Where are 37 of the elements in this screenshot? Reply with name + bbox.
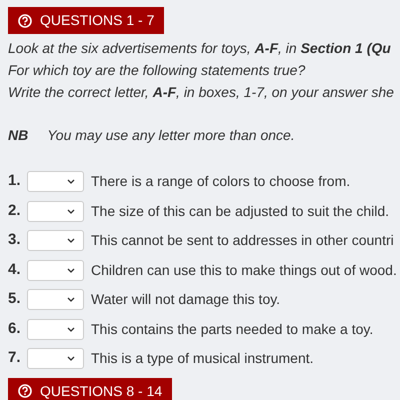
question-text: Children can use this to make things out of wood. [91,260,397,280]
answer-dropdown[interactable] [27,171,84,192]
question-number: 4. [8,260,22,280]
chevron-down-icon [67,208,75,214]
answer-dropdown[interactable] [27,318,84,340]
note-text: You may use any letter more than once. [47,126,295,145]
section-title: QUESTIONS 1 - 7 [40,11,154,30]
note-label: NB [8,126,28,144]
question-number: 6. [8,318,22,339]
answer-dropdown[interactable] [27,230,84,251]
question-text: This is a type of musical instrument. [91,349,314,368]
chevron-down-icon [67,179,75,184]
section-title: QUESTIONS 8 - 14 [40,382,162,400]
question-number: 2. [8,200,22,221]
instruction-text: Look at the six advertisements for toys, A-F, in Section 1 (Qu [8,38,391,58]
question-text: The size of this can be adjusted to suit the child. [91,202,390,221]
answer-dropdown[interactable] [27,200,84,222]
question-number: 3. [8,230,22,250]
help-icon [18,384,32,398]
chevron-down-icon [67,297,75,302]
question-text: This contains the parts needed to make a toy. [91,320,374,339]
question-number: 1. [8,171,22,192]
chevron-down-icon [67,356,75,361]
question-text: Water will not damage this toy. [91,290,280,309]
chevron-down-icon [67,326,75,332]
instruction-text: Write the correct letter, A-F, in boxes, 1-7, on your answer she [8,82,394,102]
help-icon [18,14,32,28]
answer-dropdown[interactable] [27,289,84,310]
question-number: 5. [8,289,22,310]
question-text: This cannot be sent to addresses in other countri [91,231,394,250]
question-number: 7. [8,348,22,368]
answer-dropdown[interactable] [27,260,84,280]
instruction-text: For which toy are the following statements true? [8,60,306,80]
answer-dropdown[interactable] [27,348,84,369]
chevron-down-icon [67,268,75,272]
chevron-down-icon [67,238,75,243]
question-text: There is a range of colors to choose from. [91,172,350,191]
